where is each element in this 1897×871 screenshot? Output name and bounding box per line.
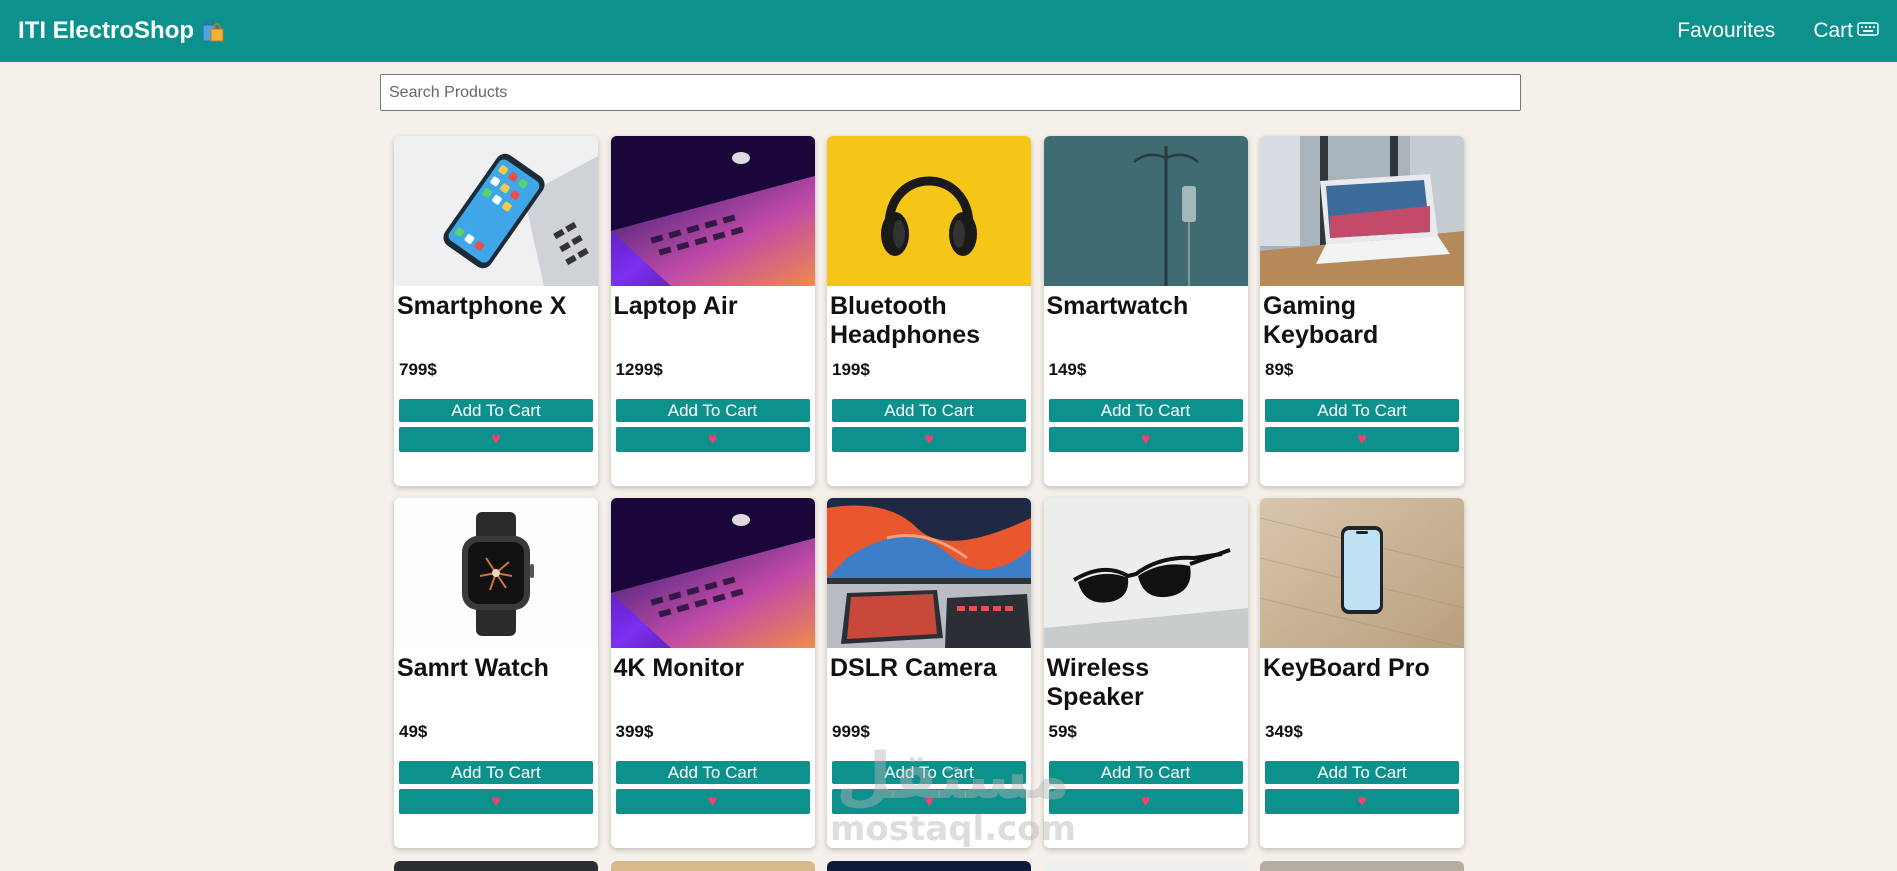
add-to-cart-button[interactable]: Add To Cart (615, 761, 810, 784)
brand-logo[interactable]: ITI ElectroShop (18, 17, 226, 45)
nav-links: Favourites Cart (1677, 19, 1879, 43)
product-title: Gaming Keyboard (1263, 292, 1379, 349)
product-image (827, 498, 1031, 648)
add-to-cart-button[interactable]: Add To Cart (832, 761, 1026, 784)
product-card-partial (1260, 861, 1464, 871)
heart-icon: ♥ (1140, 792, 1151, 810)
product-image (1043, 136, 1248, 286)
top-navbar: ITI ElectroShop Favourites Cart (0, 0, 1897, 62)
product-title: 4K Monitor (613, 654, 745, 682)
next-row-partial (394, 861, 1474, 871)
favourite-button[interactable]: ♥ (1265, 427, 1459, 452)
product-image (1043, 498, 1248, 648)
product-title: Samrt Watch (397, 654, 549, 682)
heart-icon: ♥ (1140, 430, 1151, 448)
product-image (610, 136, 815, 286)
favourite-button[interactable]: ♥ (832, 427, 1026, 452)
product-image (394, 136, 598, 286)
heart-icon: ♥ (1357, 792, 1367, 810)
heart-icon: ♥ (491, 792, 501, 810)
product-title: DSLR Camera (830, 654, 997, 682)
product-card: Smartwatch 149$ Add To Cart ♥ (1043, 136, 1248, 486)
product-price: 49$ (399, 722, 428, 741)
product-image (610, 498, 815, 648)
favourite-button[interactable]: ♥ (615, 789, 810, 814)
heart-icon: ♥ (707, 430, 718, 448)
product-title: Smartwatch (1046, 292, 1189, 320)
keyboard-icon (1857, 19, 1879, 43)
favourites-link[interactable]: Favourites (1677, 19, 1775, 43)
product-price: 399$ (615, 722, 654, 741)
product-card-partial (394, 861, 598, 871)
product-card-partial (827, 861, 1031, 871)
search-bar (380, 74, 1521, 111)
product-title: Bluetooth Headphones (830, 292, 981, 349)
add-to-cart-button[interactable]: Add To Cart (1265, 761, 1459, 784)
product-card-partial (610, 861, 815, 871)
cart-link-label: Cart (1813, 19, 1853, 42)
search-input[interactable] (380, 74, 1521, 111)
product-price: 1299$ (615, 360, 663, 379)
product-card: Gaming Keyboard 89$ Add To Cart ♥ (1260, 136, 1464, 486)
add-to-cart-button[interactable]: Add To Cart (832, 399, 1026, 422)
favourite-button[interactable]: ♥ (615, 427, 810, 452)
heart-icon: ♥ (924, 792, 934, 810)
product-card: Samrt Watch 49$ Add To Cart ♥ (394, 498, 598, 848)
product-card: 4K Monitor 399$ Add To Cart ♥ (610, 498, 815, 848)
product-price: 89$ (1265, 360, 1294, 379)
shopping-bags-icon (200, 17, 226, 43)
brand-name: ITI ElectroShop (18, 17, 195, 44)
cart-link[interactable]: Cart (1813, 19, 1879, 43)
product-price: 59$ (1048, 722, 1077, 741)
product-image (1260, 498, 1464, 648)
add-to-cart-button[interactable]: Add To Cart (399, 399, 593, 422)
heart-icon: ♥ (1357, 430, 1367, 448)
heart-icon: ♥ (491, 430, 501, 448)
favourite-button[interactable]: ♥ (832, 789, 1026, 814)
product-card: KeyBoard Pro 349$ Add To Cart ♥ (1260, 498, 1464, 848)
heart-icon: ♥ (707, 792, 718, 810)
product-price: 999$ (832, 722, 870, 741)
product-title: KeyBoard Pro (1263, 654, 1430, 682)
product-image (827, 136, 1031, 286)
add-to-cart-button[interactable]: Add To Cart (1048, 399, 1243, 422)
product-price: 349$ (1265, 722, 1303, 741)
product-card: Smartphone X 799$ Add To Cart ♥ (394, 136, 598, 486)
product-price: 199$ (832, 360, 870, 379)
product-card: Laptop Air 1299$ Add To Cart ♥ (610, 136, 815, 486)
product-price: 149$ (1048, 360, 1087, 379)
product-image (1260, 136, 1464, 286)
favourite-button[interactable]: ♥ (399, 427, 593, 452)
product-title: Smartphone X (397, 292, 567, 320)
product-card: Wireless Speaker 59$ Add To Cart ♥ (1043, 498, 1248, 848)
product-title: Laptop Air (613, 292, 738, 320)
add-to-cart-button[interactable]: Add To Cart (1048, 761, 1243, 784)
favourite-button[interactable]: ♥ (1048, 789, 1243, 814)
product-grid: Smartphone X 799$ Add To Cart ♥ Laptop A… (394, 136, 1474, 848)
product-card: Bluetooth Headphones 199$ Add To Cart ♥ (827, 136, 1031, 486)
favourite-button[interactable]: ♥ (1265, 789, 1459, 814)
product-title: Wireless Speaker (1046, 654, 1150, 711)
heart-icon: ♥ (924, 430, 934, 448)
product-image (394, 498, 598, 648)
product-price: 799$ (399, 360, 437, 379)
favourite-button[interactable]: ♥ (399, 789, 593, 814)
add-to-cart-button[interactable]: Add To Cart (615, 399, 810, 422)
product-card: DSLR Camera 999$ Add To Cart ♥ (827, 498, 1031, 848)
product-card-partial (1043, 861, 1248, 871)
add-to-cart-button[interactable]: Add To Cart (399, 761, 593, 784)
favourite-button[interactable]: ♥ (1048, 427, 1243, 452)
add-to-cart-button[interactable]: Add To Cart (1265, 399, 1459, 422)
